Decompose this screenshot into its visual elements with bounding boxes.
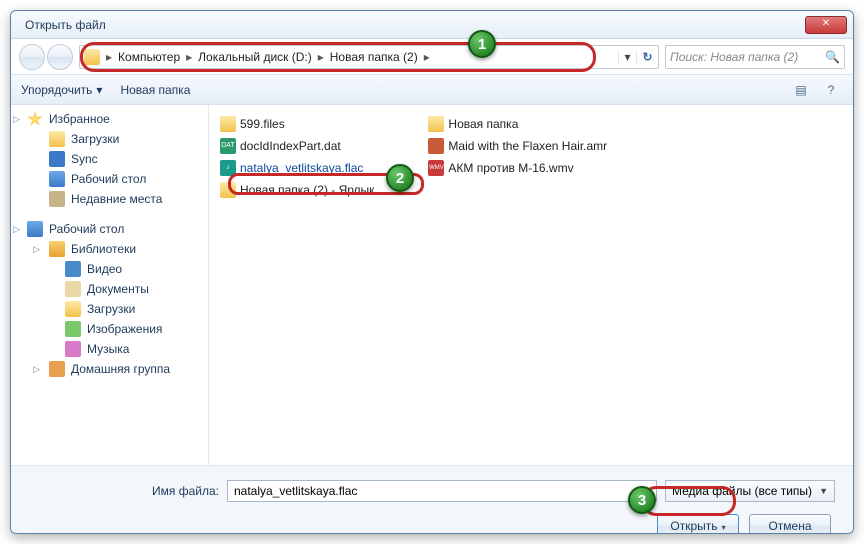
libraries-icon: [49, 241, 65, 257]
chevron-down-icon: ▼: [819, 486, 828, 496]
music-icon: [65, 341, 81, 357]
help-icon: ?: [828, 83, 835, 97]
sidebar-item-desktop[interactable]: Рабочий стол: [13, 169, 206, 189]
expander-icon: ▷: [33, 364, 40, 375]
file-item[interactable]: Maid with the Flaxen Hair.amr: [421, 135, 614, 157]
new-folder-button[interactable]: Новая папка: [120, 83, 190, 97]
expander-icon: ▷: [13, 114, 20, 125]
help-button[interactable]: ?: [819, 79, 843, 101]
expander-icon: ▷: [33, 244, 40, 255]
filename-label: Имя файла:: [29, 484, 219, 498]
sidebar-item-music[interactable]: Музыка: [13, 339, 206, 359]
homegroup-icon: [49, 361, 65, 377]
filename-input[interactable]: [227, 480, 657, 502]
sidebar-homegroup[interactable]: ▷Домашняя группа: [13, 359, 206, 379]
dialog-title: Открыть файл: [17, 18, 805, 32]
image-icon: [65, 321, 81, 337]
forward-button[interactable]: [47, 44, 73, 70]
chevron-down-icon: ▾: [722, 523, 726, 532]
search-icon: 🔍: [825, 50, 840, 64]
chevron-right-icon: ▸: [422, 50, 432, 64]
folder-icon: [84, 49, 100, 65]
file-item[interactable]: Новая папка: [421, 113, 614, 135]
breadcrumb[interactable]: ▸ Компьютер ▸ Локальный диск (D:) ▸ Нова…: [79, 45, 659, 69]
chevron-right-icon: ▸: [184, 50, 194, 64]
sidebar: ▷Избранное Загрузки Sync Рабочий стол Не…: [11, 105, 209, 465]
search-input[interactable]: Поиск: Новая папка (2) 🔍: [665, 45, 845, 69]
file-item[interactable]: Новая папка (2) - Ярлык: [213, 179, 381, 201]
sidebar-item-downloads[interactable]: Загрузки: [13, 299, 206, 319]
folder-icon: [220, 116, 236, 132]
breadcrumb-dropdown[interactable]: ▾: [618, 50, 636, 64]
sidebar-item-downloads[interactable]: Загрузки: [13, 129, 206, 149]
document-icon: [65, 281, 81, 297]
file-item[interactable]: WMVАКМ против М-16.wmv: [421, 157, 614, 179]
refresh-button[interactable]: ↻: [636, 50, 658, 64]
file-item[interactable]: 599.files: [213, 113, 381, 135]
flac-file-icon: ♪: [220, 160, 236, 176]
sidebar-item-documents[interactable]: Документы: [13, 279, 206, 299]
file-list: 599.files DATdocIdIndexPart.dat ♪natalya…: [209, 105, 853, 465]
desktop-icon: [49, 171, 65, 187]
sidebar-item-video[interactable]: Видео: [13, 259, 206, 279]
open-button[interactable]: Открыть▾: [657, 514, 739, 534]
breadcrumb-segment[interactable]: Компьютер: [114, 50, 184, 64]
amr-file-icon: [428, 138, 444, 154]
chevron-down-icon: ▾: [96, 83, 102, 97]
breadcrumb-segment[interactable]: Новая папка (2): [326, 50, 422, 64]
recent-icon: [49, 191, 65, 207]
folder-icon: [49, 131, 65, 147]
close-button[interactable]: ✕: [805, 16, 847, 34]
expander-icon: ▷: [13, 224, 20, 235]
search-placeholder: Поиск: Новая папка (2): [670, 50, 798, 64]
sidebar-desktop-root[interactable]: ▷Рабочий стол: [13, 219, 206, 239]
organize-button[interactable]: Упорядочить ▾: [21, 83, 102, 97]
toolbar: Упорядочить ▾ Новая папка ▤ ?: [11, 75, 853, 105]
back-button[interactable]: [19, 44, 45, 70]
navigation-bar: ▸ Компьютер ▸ Локальный диск (D:) ▸ Нова…: [11, 39, 853, 75]
chevron-right-icon: ▸: [316, 50, 326, 64]
folder-icon: [65, 301, 81, 317]
titlebar: Открыть файл ✕: [11, 11, 853, 39]
dialog-footer: Имя файла: Медиа файлы (все типы) ▼ Откр…: [11, 465, 853, 534]
sync-icon: [49, 151, 65, 167]
video-icon: [65, 261, 81, 277]
nav-buttons: [19, 44, 73, 70]
view-mode-button[interactable]: ▤: [789, 79, 813, 101]
wmv-file-icon: WMV: [428, 160, 444, 176]
view-icon: ▤: [795, 83, 806, 97]
filetype-filter[interactable]: Медиа файлы (все типы) ▼: [665, 480, 835, 502]
file-item-selected[interactable]: ♪natalya_vetlitskaya.flac: [213, 157, 381, 179]
sidebar-item-images[interactable]: Изображения: [13, 319, 206, 339]
chevron-right-icon: ▸: [104, 50, 114, 64]
dialog-body: ▷Избранное Загрузки Sync Рабочий стол Не…: [11, 105, 853, 465]
cancel-button[interactable]: Отмена: [749, 514, 831, 534]
sidebar-favorites[interactable]: ▷Избранное: [13, 109, 206, 129]
sidebar-item-sync[interactable]: Sync: [13, 149, 206, 169]
sidebar-libraries[interactable]: ▷Библиотеки: [13, 239, 206, 259]
open-file-dialog: Открыть файл ✕ ▸ Компьютер ▸ Локальный д…: [10, 10, 854, 534]
sidebar-item-recent[interactable]: Недавние места: [13, 189, 206, 209]
shortcut-icon: [220, 182, 236, 198]
file-item[interactable]: DATdocIdIndexPart.dat: [213, 135, 381, 157]
dat-file-icon: DAT: [220, 138, 236, 154]
folder-icon: [428, 116, 444, 132]
breadcrumb-segment[interactable]: Локальный диск (D:): [194, 50, 316, 64]
star-icon: [27, 111, 43, 127]
desktop-icon: [27, 221, 43, 237]
